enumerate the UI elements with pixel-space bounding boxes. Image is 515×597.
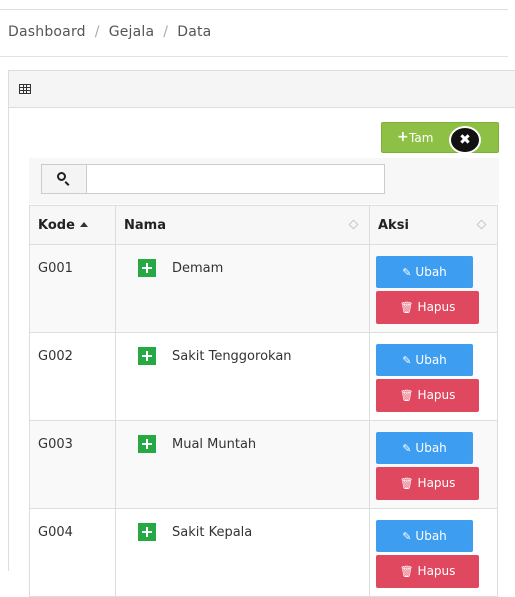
panel-header	[9, 71, 515, 108]
edit-icon: ✎	[402, 354, 412, 367]
ubah-label: Ubah	[415, 353, 447, 367]
edit-icon: ✎	[402, 266, 412, 279]
add-button-label: Tam	[409, 131, 434, 145]
table-row: G003 Mual Muntah ✎ Ubah 🗑 Hapus	[29, 420, 498, 509]
hapus-button[interactable]: 🗑 Hapus	[376, 291, 479, 324]
ubah-button[interactable]: ✎ Ubah	[376, 520, 473, 552]
sort-ascending-icon	[79, 221, 88, 227]
plus-icon: +	[397, 129, 409, 145]
cell-nama: Sakit Tenggorokan	[115, 332, 370, 421]
table-header-row: Kode Nama Aksi	[29, 205, 498, 245]
header-kode-label: Kode	[38, 217, 75, 233]
cell-nama: Mual Muntah	[115, 420, 370, 509]
plus-square-icon[interactable]	[138, 259, 156, 277]
hapus-label: Hapus	[417, 476, 456, 490]
edit-icon: ✎	[402, 530, 412, 543]
hapus-button[interactable]: 🗑 Hapus	[376, 467, 479, 500]
breadcrumb: Dashboard / Gejala / Data	[8, 24, 211, 40]
cell-nama: Demam	[115, 244, 370, 333]
trash-icon: 🗑	[399, 389, 414, 402]
breadcrumb-divider	[0, 56, 508, 57]
ubah-button[interactable]: ✎ Ubah	[376, 432, 473, 464]
kode-text: G003	[38, 437, 73, 452]
plus-square-icon[interactable]	[138, 435, 156, 453]
table-row: G002 Sakit Tenggorokan ✎ Ubah 🗑 Hapus	[29, 332, 498, 421]
sort-icon	[476, 219, 487, 230]
header-aksi-label: Aksi	[378, 217, 409, 233]
ubah-button[interactable]: ✎ Ubah	[376, 256, 473, 288]
breadcrumb-separator: /	[94, 24, 100, 40]
add-button[interactable]: + Tam	[381, 122, 499, 153]
ubah-label: Ubah	[415, 265, 447, 279]
trash-icon: 🗑	[399, 565, 414, 578]
cell-nama: Sakit Kepala	[115, 508, 370, 597]
breadcrumb-dashboard[interactable]: Dashboard	[8, 24, 86, 40]
breadcrumb-separator: /	[163, 24, 169, 40]
ubah-label: Ubah	[415, 441, 447, 455]
ubah-label: Ubah	[415, 529, 447, 543]
cell-aksi: ✎ Ubah 🗑 Hapus	[369, 508, 498, 597]
cell-aksi: ✎ Ubah 🗑 Hapus	[369, 332, 498, 421]
kode-text: G002	[38, 349, 73, 364]
data-panel: + Tam ✖ Kode Nama Aksi G001 Demam ✎ Ubah …	[8, 70, 515, 597]
cell-aksi: ✎ Ubah 🗑 Hapus	[369, 420, 498, 509]
nama-text: Sakit Tenggorokan	[172, 348, 292, 364]
table-icon	[19, 84, 31, 94]
hapus-button[interactable]: 🗑 Hapus	[376, 379, 479, 412]
cell-kode: G002	[29, 332, 116, 421]
hapus-label: Hapus	[417, 300, 456, 314]
header-nama-label: Nama	[124, 217, 166, 233]
plus-square-icon[interactable]	[138, 347, 156, 365]
edit-icon: ✎	[402, 442, 412, 455]
trash-icon: 🗑	[399, 477, 414, 490]
cell-kode: G003	[29, 420, 116, 509]
sort-icon	[348, 219, 359, 230]
breadcrumb-data: Data	[177, 24, 212, 40]
header-aksi[interactable]: Aksi	[369, 205, 498, 245]
kode-text: G004	[38, 525, 73, 540]
search-button[interactable]	[41, 164, 87, 194]
nama-text: Demam	[172, 260, 224, 276]
nama-text: Mual Muntah	[172, 436, 257, 452]
search-toolbar	[29, 158, 499, 204]
kode-text: G001	[38, 261, 73, 276]
search-icon	[57, 172, 66, 181]
ubah-button[interactable]: ✎ Ubah	[376, 344, 473, 376]
trash-icon: 🗑	[399, 301, 414, 314]
close-icon[interactable]: ✖	[449, 126, 481, 154]
hapus-button[interactable]: 🗑 Hapus	[376, 555, 479, 588]
hapus-label: Hapus	[417, 388, 456, 402]
cell-kode: G001	[29, 244, 116, 333]
cell-kode: G004	[29, 508, 116, 597]
nama-text: Sakit Kepala	[172, 524, 253, 540]
search-input[interactable]	[87, 164, 385, 194]
hapus-label: Hapus	[417, 564, 456, 578]
table-row: G004 Sakit Kepala ✎ Ubah 🗑 Hapus	[29, 508, 498, 597]
top-divider	[0, 9, 508, 10]
plus-square-icon[interactable]	[138, 523, 156, 541]
table-row: G001 Demam ✎ Ubah 🗑 Hapus	[29, 244, 498, 333]
cell-aksi: ✎ Ubah 🗑 Hapus	[369, 244, 498, 333]
data-table: Kode Nama Aksi G001 Demam ✎ Ubah 🗑 Hapus G…	[29, 205, 498, 597]
breadcrumb-gejala[interactable]: Gejala	[109, 24, 155, 40]
header-kode[interactable]: Kode	[29, 205, 116, 245]
header-nama[interactable]: Nama	[115, 205, 370, 245]
